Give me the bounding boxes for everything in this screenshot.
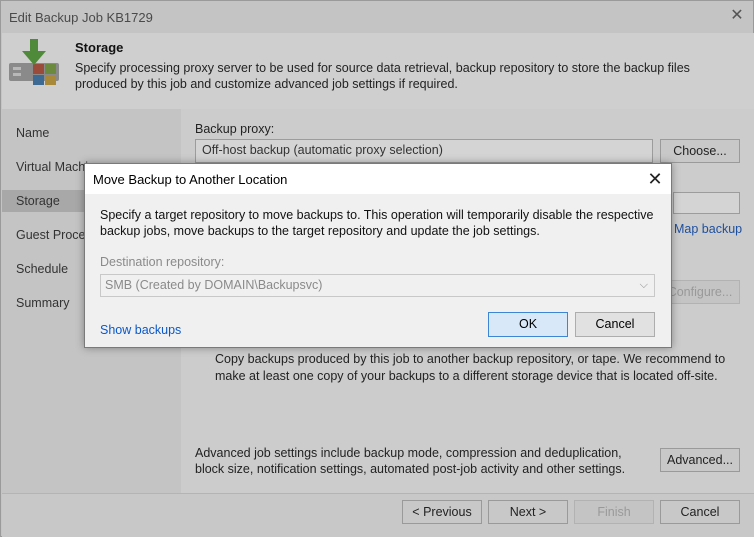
map-backup-link[interactable]: Map backup <box>674 222 742 236</box>
ok-button[interactable]: OK <box>488 312 568 337</box>
secondary-target-description: Copy backups produced by this job to ano… <box>215 352 726 383</box>
advanced-button[interactable]: Advanced... <box>660 448 740 472</box>
next-button[interactable]: Next > <box>488 500 568 524</box>
choose-button[interactable]: Choose... <box>660 139 740 163</box>
sidebar-item-summary[interactable]: Summary <box>16 296 69 310</box>
dialog-title-bar: Move Backup to Another Location ✕ <box>85 164 671 194</box>
close-icon[interactable]: ✕ <box>645 169 665 189</box>
dialog-title: Move Backup to Another Location <box>93 172 288 187</box>
repository-select-partial[interactable] <box>673 192 740 214</box>
window-title: Edit Backup Job KB1729 <box>9 10 153 25</box>
sidebar-item-schedule[interactable]: Schedule <box>16 262 68 276</box>
sidebar-item-name[interactable]: Name <box>16 126 49 140</box>
dialog-cancel-button[interactable]: Cancel <box>575 312 655 337</box>
destination-repository-label: Destination repository: <box>100 255 225 269</box>
previous-button[interactable]: < Previous <box>402 500 482 524</box>
storage-icon <box>9 39 59 85</box>
sidebar-item-virtual-machines[interactable]: Virtual Machi <box>16 160 88 174</box>
advanced-settings-description: Advanced job settings include backup mod… <box>195 446 626 476</box>
sidebar-item-guest-processing[interactable]: Guest Proces <box>16 228 92 242</box>
show-backups-link[interactable]: Show backups <box>100 323 181 337</box>
destination-repository-value: SMB (Created by DOMAIN\Backupsvc) <box>105 278 323 292</box>
sidebar-item-storage[interactable]: Storage <box>16 194 60 208</box>
backup-proxy-field[interactable]: Off-host backup (automatic proxy selecti… <box>195 139 653 163</box>
page-description: Specify processing proxy server to be us… <box>75 61 690 91</box>
configure-button[interactable]: Configure... <box>660 280 740 304</box>
backup-proxy-label: Backup proxy: <box>195 122 275 136</box>
destination-repository-select[interactable]: SMB (Created by DOMAIN\Backupsvc) ⌵ <box>100 274 655 297</box>
chevron-down-icon: ⌵ <box>639 279 648 291</box>
page-title: Storage <box>75 40 124 55</box>
dialog-description: Specify a target repository to move back… <box>100 208 654 238</box>
close-icon[interactable]: ✕ <box>729 8 745 24</box>
finish-button[interactable]: Finish <box>574 500 654 524</box>
move-backup-dialog: Move Backup to Another Location ✕ Specif… <box>84 163 672 348</box>
cancel-button[interactable]: Cancel <box>660 500 740 524</box>
